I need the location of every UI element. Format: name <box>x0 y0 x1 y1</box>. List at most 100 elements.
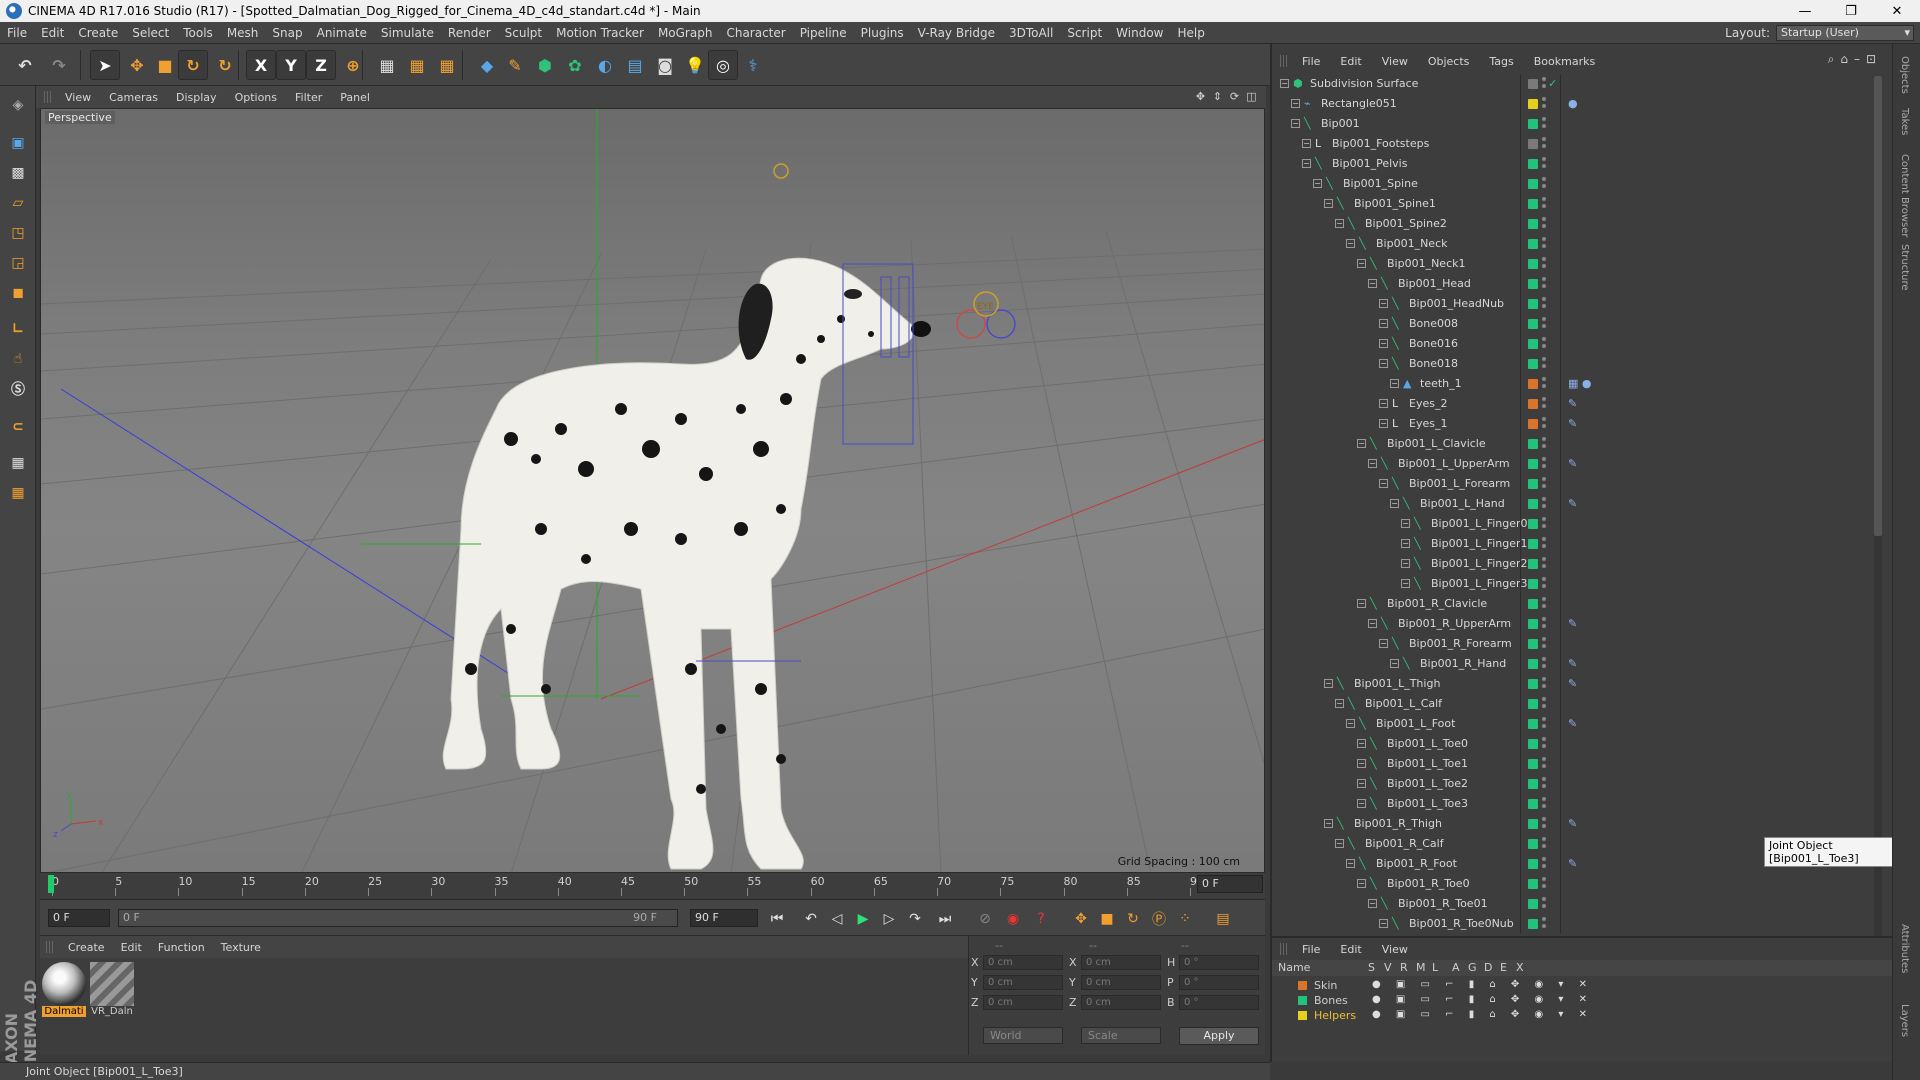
param-key-icon[interactable]: Ⓟ <box>1148 908 1170 930</box>
layer-color-swatch[interactable] <box>1528 239 1538 249</box>
menu-window[interactable]: Window <box>1109 22 1170 44</box>
step-forward-icon[interactable]: ▷ <box>878 908 900 930</box>
layer-color-swatch[interactable] <box>1528 379 1538 389</box>
start-frame-field[interactable]: 0 F <box>48 909 110 927</box>
object-name[interactable]: Bip001_R_Calf <box>1365 837 1444 850</box>
object-name[interactable]: Bone008 <box>1409 317 1458 330</box>
object-name[interactable]: teeth_1 <box>1420 377 1462 390</box>
layer-color-swatch[interactable] <box>1528 739 1538 749</box>
side-tab-takes[interactable]: Takes <box>1899 108 1910 135</box>
menu-animate[interactable]: Animate <box>310 22 374 44</box>
menu-render[interactable]: Render <box>441 22 498 44</box>
object-tag-icon[interactable]: ✎ <box>1568 857 1577 870</box>
visibility-toggle-icon[interactable] <box>1542 597 1546 609</box>
layer-color-swatch[interactable] <box>1528 719 1538 729</box>
visibility-toggle-icon[interactable] <box>1542 837 1546 849</box>
layer-column-l[interactable]: L <box>1432 961 1438 974</box>
viewport-menu-cameras[interactable]: Cameras <box>100 91 167 104</box>
expand-toggle-icon[interactable]: − <box>1335 839 1344 848</box>
expand-toggle-icon[interactable]: − <box>1302 159 1311 168</box>
model-mode-icon[interactable]: ◈ <box>3 90 33 120</box>
layer-color-swatch[interactable] <box>1528 99 1538 109</box>
magnet-icon[interactable]: ⊂ <box>3 412 33 442</box>
visibility-toggle-icon[interactable] <box>1542 337 1546 349</box>
expand-toggle-icon[interactable]: − <box>1357 439 1366 448</box>
visibility-toggle-icon[interactable] <box>1542 757 1546 769</box>
render-view-icon[interactable]: ▦ <box>372 50 402 80</box>
object-tree-scrollbar[interactable] <box>1874 76 1882 936</box>
menu-plugins[interactable]: Plugins <box>854 22 911 44</box>
expand-toggle-icon[interactable]: − <box>1368 619 1377 628</box>
expand-toggle-icon[interactable]: − <box>1401 579 1410 588</box>
om-menu-file[interactable]: File <box>1292 55 1330 68</box>
menu-mograph[interactable]: MoGraph <box>651 22 720 44</box>
layer-column-name[interactable]: Name <box>1278 961 1310 974</box>
menu-select[interactable]: Select <box>125 22 176 44</box>
expand-toggle-icon[interactable]: − <box>1379 919 1388 928</box>
object-name[interactable]: Eyes_1 <box>1409 417 1447 430</box>
layer-menu-file[interactable]: File <box>1292 943 1330 956</box>
object-name[interactable]: Bone016 <box>1409 337 1458 350</box>
object-name[interactable]: Bip001_Spine1 <box>1354 197 1436 210</box>
layer-color-swatch[interactable] <box>1528 819 1538 829</box>
object-row-bip001-headnub[interactable]: − ╲ Bip001_HeadNub <box>1272 294 1894 314</box>
expand-toggle-icon[interactable]: − <box>1379 399 1388 408</box>
layer-color-swatch[interactable] <box>1528 599 1538 609</box>
layer-color-swatch[interactable] <box>1528 779 1538 789</box>
current-frame-field[interactable]: 0 F <box>1197 875 1263 893</box>
object-name[interactable]: Bip001_R_Foot <box>1376 857 1457 870</box>
layer-column-m[interactable]: M <box>1416 961 1426 974</box>
perspective-viewport[interactable]: EYE y x z Perspective Grid Spacing : 100… <box>40 108 1265 873</box>
coord-a-field-2[interactable]: 0 cm <box>983 995 1063 1010</box>
next-key-icon[interactable]: ↷ <box>904 908 926 930</box>
expand-toggle-icon[interactable]: − <box>1291 99 1300 108</box>
object-name[interactable]: Bip001_L_Calf <box>1365 697 1442 710</box>
visibility-toggle-icon[interactable] <box>1542 857 1546 869</box>
visibility-toggle-icon[interactable] <box>1542 177 1546 189</box>
visibility-toggle-icon[interactable] <box>1542 437 1546 449</box>
object-row-bip001-r-hand[interactable]: − ╲ Bip001_R_Hand ✎ <box>1272 654 1894 674</box>
layer-color-swatch[interactable] <box>1528 559 1538 569</box>
expand-panel-icon[interactable]: ⊡ <box>1866 52 1876 67</box>
object-row-bip001-l-finger1[interactable]: − ╲ Bip001_L_Finger1 <box>1272 534 1894 554</box>
record-icon[interactable]: ◉ <box>1002 908 1024 930</box>
deformer-icon[interactable]: ◐ <box>590 50 620 80</box>
layer-color-swatch[interactable] <box>1528 159 1538 169</box>
layer-color-swatch[interactable] <box>1298 996 1307 1005</box>
side-tab-content-browser[interactable]: Content Browser <box>1899 154 1910 237</box>
menu-tools[interactable]: Tools <box>176 22 220 44</box>
pla-key-icon[interactable]: ⁘ <box>1174 908 1196 930</box>
expand-toggle-icon[interactable]: − <box>1379 319 1388 328</box>
snap-axis-icon[interactable]: ∟ <box>3 314 33 344</box>
om-menu-edit[interactable]: Edit <box>1330 55 1371 68</box>
expand-toggle-icon[interactable]: − <box>1280 79 1289 88</box>
play-icon[interactable]: ▶ <box>852 908 874 930</box>
move-view-icon[interactable]: ✥ <box>1194 90 1207 103</box>
layer-color-swatch[interactable] <box>1528 839 1538 849</box>
layer-color-swatch[interactable] <box>1528 279 1538 289</box>
expand-toggle-icon[interactable]: − <box>1401 519 1410 528</box>
layer-color-swatch[interactable] <box>1528 459 1538 469</box>
python-icon[interactable]: ⚕ <box>738 50 768 80</box>
expand-toggle-icon[interactable]: − <box>1357 259 1366 268</box>
layer-color-swatch[interactable] <box>1528 79 1538 89</box>
object-row-bip001-l-toe3[interactable]: − ╲ Bip001_L_Toe3 <box>1272 794 1894 814</box>
object-row-bip001-footsteps[interactable]: − L Bip001_Footsteps <box>1272 134 1894 154</box>
object-tag-icon[interactable]: ✎ <box>1568 717 1577 730</box>
viewport-menu-options[interactable]: Options <box>226 91 286 104</box>
layer-color-swatch[interactable] <box>1528 499 1538 509</box>
object-row-bip001-l-thigh[interactable]: − ╲ Bip001_L_Thigh ✎ <box>1272 674 1894 694</box>
object-row-bip001-l-calf[interactable]: − ╲ Bip001_L_Calf <box>1272 694 1894 714</box>
expand-toggle-icon[interactable]: − <box>1379 419 1388 428</box>
subdivision-icon[interactable]: ⬢ <box>530 50 560 80</box>
object-row-bip001-l-upperarm[interactable]: − ╲ Bip001_L_UpperArm ✎ <box>1272 454 1894 474</box>
object-row-bip001-l-finger2[interactable]: − ╲ Bip001_L_Finger2 <box>1272 554 1894 574</box>
side-tab-layers[interactable]: Layers <box>1899 1004 1910 1037</box>
visibility-toggle-icon[interactable] <box>1542 377 1546 389</box>
visibility-toggle-icon[interactable] <box>1542 537 1546 549</box>
layer-column-d[interactable]: D <box>1484 961 1492 974</box>
layer-color-swatch[interactable] <box>1528 439 1538 449</box>
expand-toggle-icon[interactable]: − <box>1324 679 1333 688</box>
goto-end-icon[interactable]: ⏭ <box>934 908 956 930</box>
menu-edit[interactable]: Edit <box>34 22 71 44</box>
